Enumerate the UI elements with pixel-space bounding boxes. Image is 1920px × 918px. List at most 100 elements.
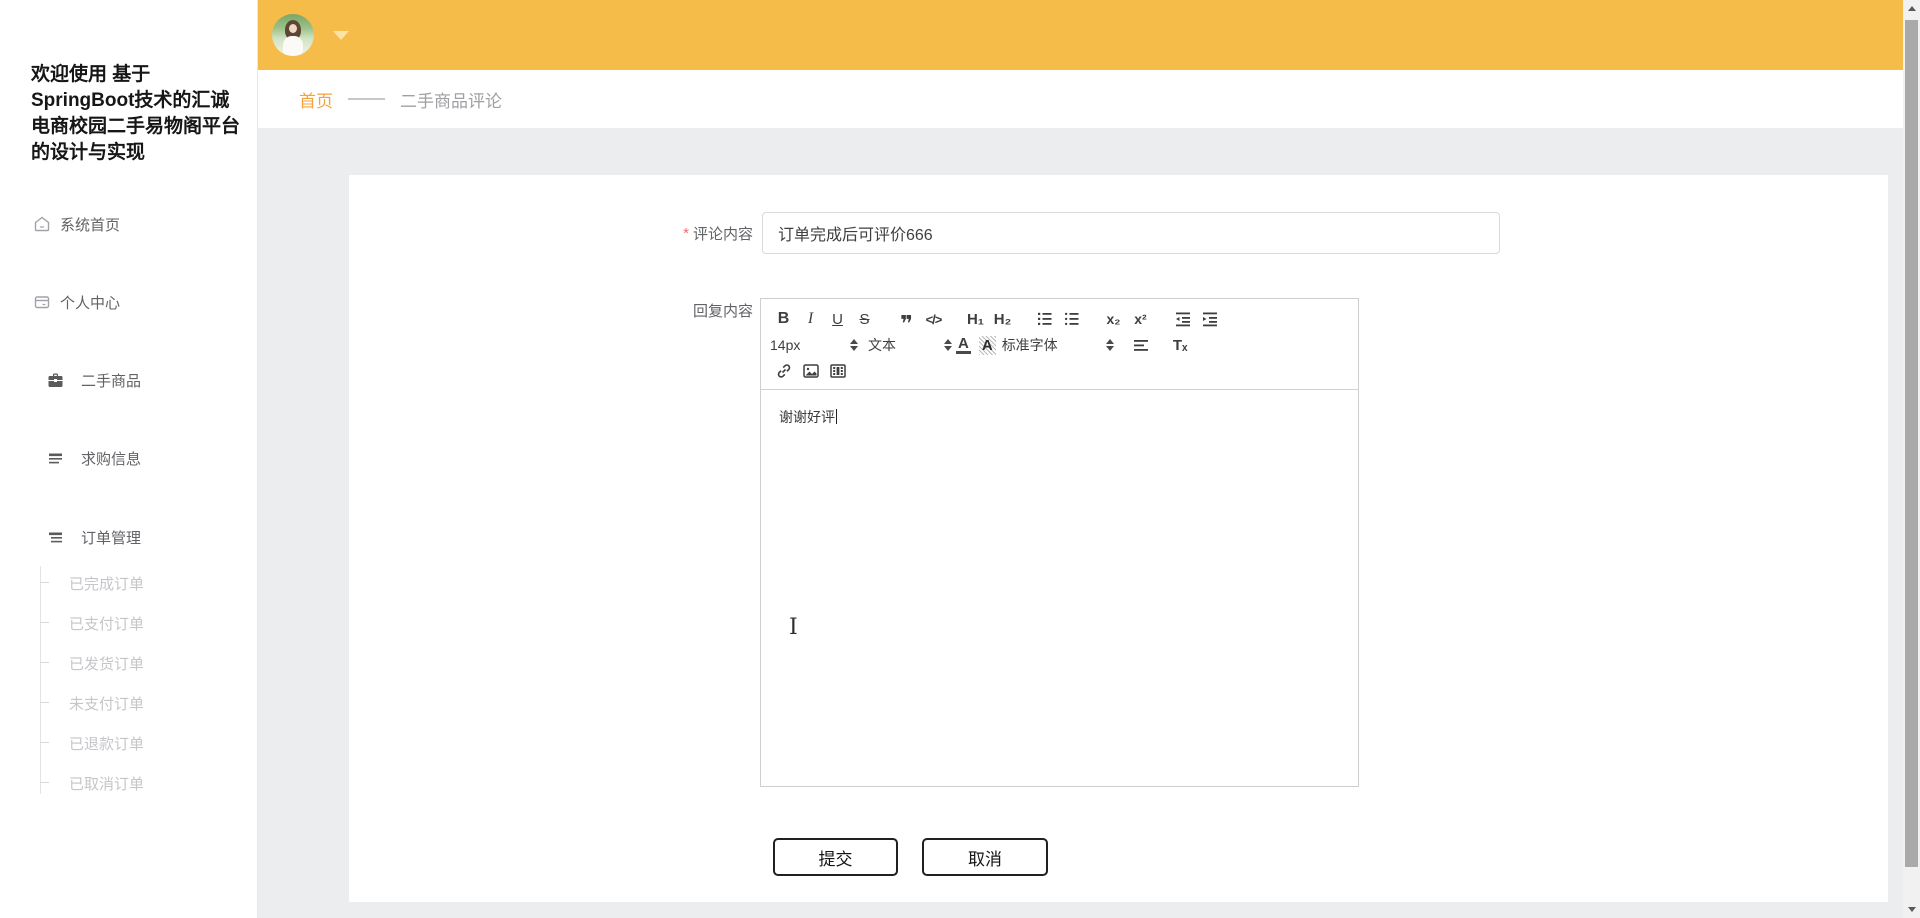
image-icon[interactable]	[797, 360, 824, 382]
rich-text-editor: B I U S ❞ </> H₁ H₂ x₂ x² 14px 文本 A A 标准…	[760, 298, 1359, 787]
sidebar-item-label: 系统首页	[60, 216, 121, 234]
content-background: * 评论内容 回复内容 B I U S	[258, 128, 1903, 918]
font-size-select[interactable]: 14px	[770, 337, 858, 353]
breadcrumb-current: 二手商品评论	[400, 91, 502, 111]
italic-button[interactable]: I	[797, 308, 824, 330]
bold-button[interactable]: B	[770, 308, 797, 330]
sidebar-item-system-home[interactable]: 系统首页	[33, 212, 120, 236]
subitem-label: 已支付订单	[69, 615, 145, 633]
screen: 欢迎使用 基于 SpringBoot技术的汇诚 电商校园二手易物阁平台 的设计与…	[0, 0, 1920, 918]
select-arrows-icon	[1105, 339, 1114, 351]
sidebar-item-personal-center[interactable]: 个人中心	[33, 290, 120, 314]
editor-content-area[interactable]: 谢谢好评	[761, 390, 1358, 793]
format-group: B I U S	[770, 308, 878, 330]
cancel-button[interactable]: 取消	[922, 838, 1048, 876]
breadcrumb: 首页 二手商品评论	[258, 70, 1903, 128]
list-icon	[47, 529, 64, 546]
clean-format-button[interactable]: Tₓ	[1167, 334, 1194, 356]
avatar-dropdown-caret-icon[interactable]	[333, 31, 349, 40]
format-group: H₁ H₂	[962, 308, 1016, 330]
sidebar-subitem-paid-orders[interactable]: 已支付订单	[39, 613, 145, 633]
format-group	[1031, 308, 1085, 330]
sidebar-subitem-refunded-orders[interactable]: 已退款订单	[39, 733, 144, 753]
scrollbar-up-arrow-icon[interactable]	[1903, 0, 1920, 17]
submenu-tree-line	[40, 566, 41, 794]
underline-button[interactable]: U	[824, 308, 851, 330]
label-text: 评论内容	[692, 225, 753, 243]
font-family-select[interactable]: 标准字体	[1002, 335, 1114, 355]
topbar	[258, 0, 1903, 70]
format-group: x₂ x²	[1100, 308, 1154, 330]
ordered-list-icon[interactable]	[1031, 308, 1058, 330]
header2-button[interactable]: H₂	[989, 308, 1016, 330]
user-avatar[interactable]	[272, 14, 314, 56]
subitem-label: 已取消订单	[69, 775, 145, 793]
outdent-icon[interactable]	[1169, 308, 1196, 330]
home-icon	[33, 215, 51, 233]
header1-button[interactable]: H₁	[962, 308, 989, 330]
scrollbar-thumb[interactable]	[1905, 20, 1918, 867]
select-arrows-icon	[850, 339, 858, 351]
toolbar-row-3	[770, 358, 1349, 384]
select-arrows-icon	[944, 339, 952, 351]
label-text: 回复内容	[692, 302, 753, 320]
scrollbar-down-arrow-icon[interactable]	[1903, 901, 1920, 918]
breadcrumb-home[interactable]: 首页	[299, 87, 333, 112]
comment-content-input[interactable]	[762, 212, 1500, 254]
list-icon	[47, 450, 64, 467]
vertical-scrollbar[interactable]	[1903, 0, 1920, 918]
background-color-button[interactable]: A	[978, 335, 996, 355]
subscript-button[interactable]: x₂	[1100, 308, 1127, 330]
sidebar: 欢迎使用 基于 SpringBoot技术的汇诚 电商校园二手易物阁平台 的设计与…	[0, 0, 258, 918]
sidebar-item-label: 个人中心	[60, 294, 121, 312]
text-color-button[interactable]: A	[956, 336, 971, 354]
app-title-line: 电商校园二手易物阁平台	[31, 116, 241, 137]
format-group	[1169, 308, 1223, 330]
align-icon[interactable]	[1128, 334, 1155, 356]
sidebar-subitem-completed-orders[interactable]: 已完成订单	[39, 573, 145, 593]
comment-form-card: * 评论内容 回复内容 B I U S	[349, 175, 1888, 902]
toolbar-row-2: 14px 文本 A A 标准字体 Tₓ	[770, 332, 1349, 358]
font-size-value: 14px	[770, 337, 801, 353]
paragraph-style-select[interactable]: 文本	[868, 335, 952, 355]
sidebar-subitem-unpaid-orders[interactable]: 未支付订单	[39, 693, 145, 713]
sidebar-subitem-cancelled-orders[interactable]: 已取消订单	[39, 773, 145, 793]
subitem-label: 已完成订单	[69, 575, 145, 593]
format-group: ❞ </>	[893, 308, 947, 335]
subitem-label: 未支付订单	[69, 695, 145, 713]
avatar-figure	[289, 24, 297, 33]
code-block-button[interactable]: </>	[920, 308, 947, 330]
app-title-line: 的设计与实现	[31, 142, 146, 163]
paragraph-style-value: 文本	[868, 337, 896, 353]
app-title-line: SpringBoot技术的汇诚	[31, 90, 230, 111]
sidebar-item-order-management[interactable]: 订单管理	[47, 525, 141, 549]
reply-content-label: 回复内容	[349, 300, 753, 320]
sidebar-subitem-shipped-orders[interactable]: 已发货订单	[39, 653, 145, 673]
superscript-button[interactable]: x²	[1127, 308, 1154, 330]
link-icon[interactable]	[770, 360, 797, 382]
blockquote-button[interactable]: ❞	[893, 308, 920, 334]
sidebar-item-label: 订单管理	[81, 529, 142, 547]
briefcase-icon	[47, 372, 64, 389]
required-asterisk: *	[683, 224, 689, 242]
video-icon[interactable]	[824, 360, 851, 382]
bullet-list-icon[interactable]	[1058, 308, 1085, 330]
font-family-value: 标准字体	[1001, 337, 1058, 353]
card-icon	[33, 293, 51, 311]
breadcrumb-separator	[348, 98, 385, 100]
app-title-line: 欢迎使用 基于	[31, 64, 151, 85]
submit-button[interactable]: 提交	[773, 838, 898, 876]
comment-content-label: * 评论内容	[349, 212, 753, 254]
subitem-label: 已发货订单	[69, 655, 145, 673]
sidebar-item-secondhand-goods[interactable]: 二手商品	[47, 368, 141, 392]
sidebar-item-purchase-info[interactable]: 求购信息	[47, 446, 141, 470]
toolbar-row-1: B I U S ❞ </> H₁ H₂ x₂ x²	[770, 306, 1349, 335]
strikethrough-button[interactable]: S	[851, 308, 878, 330]
editor-toolbar: B I U S ❞ </> H₁ H₂ x₂ x² 14px 文本 A A 标准…	[761, 299, 1358, 390]
sidebar-item-label: 二手商品	[81, 372, 142, 390]
sidebar-item-label: 求购信息	[81, 450, 142, 468]
indent-icon[interactable]	[1196, 308, 1223, 330]
app-title: 欢迎使用 基于 SpringBoot技术的汇诚 电商校园二手易物阁平台 的设计与…	[31, 62, 243, 166]
text-caret	[836, 409, 837, 424]
main-area: 首页 二手商品评论 * 评论内容 回复内容 B	[258, 0, 1903, 918]
